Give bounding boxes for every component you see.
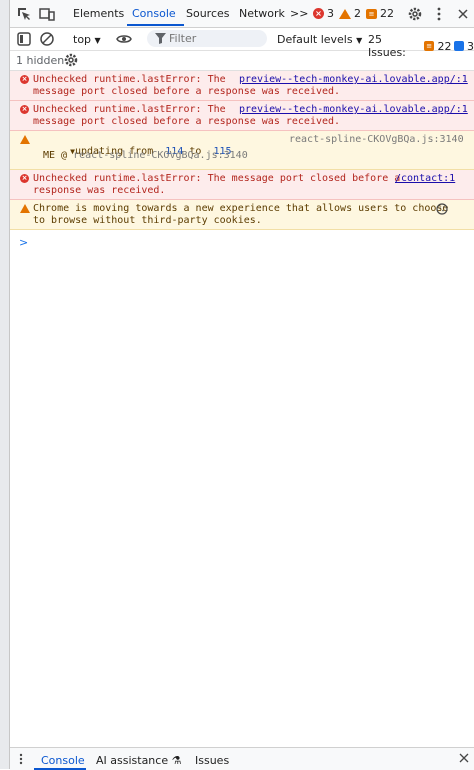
chevron-down-icon: ▼ bbox=[356, 36, 363, 45]
clear-console-icon[interactable] bbox=[39, 31, 55, 47]
more-options-icon[interactable] bbox=[431, 6, 447, 22]
tab-elements[interactable]: Elements bbox=[73, 7, 124, 20]
source-link[interactable]: preview--tech-monkey-ai.lovable.app/:1 bbox=[239, 74, 468, 86]
console-prompt[interactable]: > bbox=[19, 236, 28, 249]
warning-icon bbox=[20, 204, 30, 213]
warning-icon bbox=[339, 8, 351, 19]
issue-icon: ≡ bbox=[366, 8, 377, 19]
error-icon: × bbox=[20, 105, 29, 114]
bottom-drawer: Console AI assistance ⚗ Issues bbox=[10, 747, 474, 770]
flask-icon: ⚗ bbox=[171, 754, 182, 767]
tab-sources[interactable]: Sources bbox=[186, 7, 230, 20]
source-link[interactable]: react-spline-CKOVgBQa.js:3140 bbox=[289, 134, 464, 146]
filter-input[interactable] bbox=[169, 31, 261, 46]
source-link[interactable]: /contact:1 bbox=[395, 173, 455, 185]
sidebar-toggle-icon[interactable] bbox=[16, 31, 32, 47]
drawer-tab-ai-assistance[interactable]: AI assistance ⚗ bbox=[96, 754, 181, 767]
drawer-tab-console[interactable]: Console bbox=[41, 754, 85, 767]
source-link[interactable]: preview--tech-monkey-ai.lovable.app/:1 bbox=[239, 104, 468, 116]
active-tab-indicator bbox=[127, 24, 184, 26]
error-icon: × bbox=[20, 75, 29, 84]
filter-funnel-icon bbox=[155, 32, 166, 47]
context-selector[interactable]: top ▼ bbox=[73, 33, 101, 46]
chevron-down-icon: ▼ bbox=[94, 36, 101, 45]
settings-gear-icon[interactable] bbox=[407, 6, 423, 22]
console-error-message: × Unchecked runtime.lastError: The messa… bbox=[10, 170, 474, 200]
tab-network[interactable]: Network bbox=[239, 7, 285, 20]
close-icon[interactable] bbox=[455, 6, 471, 22]
filter-box bbox=[147, 30, 267, 47]
inspect-element-icon[interactable] bbox=[16, 6, 32, 22]
console-warning-message: ▼updating from 114 to 115 react-spline-C… bbox=[10, 131, 474, 170]
warning-icon bbox=[20, 135, 30, 144]
console-error-message: × Unchecked runtime.lastError: The messa… bbox=[10, 101, 474, 131]
devtools-panel: Elements Console Sources Network >> × 3 … bbox=[10, 0, 474, 770]
tab-console[interactable]: Console bbox=[132, 7, 176, 20]
error-count-badge[interactable]: × 3 bbox=[313, 7, 334, 20]
left-edge-bar bbox=[0, 0, 10, 769]
console-error-message: × Unchecked runtime.lastError: The messa… bbox=[10, 71, 474, 101]
device-toolbar-icon[interactable] bbox=[39, 6, 55, 22]
more-tabs-button[interactable]: >> bbox=[290, 7, 308, 20]
live-expression-eye-icon[interactable] bbox=[116, 31, 132, 47]
drawer-tab-issues[interactable]: Issues bbox=[195, 754, 229, 767]
cookie-icon[interactable] bbox=[436, 203, 448, 219]
error-icon: × bbox=[20, 174, 29, 183]
console-warning-message: Chrome is moving towards a new experienc… bbox=[10, 200, 474, 230]
stack-link[interactable]: react-spline-CKOVgBQa.js:3140 bbox=[73, 150, 248, 161]
devtools-tab-bar: Elements Console Sources Network >> × 3 … bbox=[10, 0, 474, 28]
console-settings-gear-icon[interactable] bbox=[63, 52, 79, 68]
drawer-menu-icon[interactable] bbox=[16, 753, 26, 768]
log-levels-dropdown[interactable]: Default levels ▼ bbox=[277, 33, 362, 46]
warning-count-badge[interactable]: 2 bbox=[339, 7, 361, 20]
console-toolbar: top ▼ Default levels ▼ 25 Issues: ≡ 22 3 bbox=[10, 28, 474, 59]
hidden-messages-row: 1 hidden bbox=[10, 50, 474, 71]
hidden-count: 1 hidden bbox=[16, 54, 65, 67]
drawer-close-icon[interactable] bbox=[459, 753, 469, 766]
error-icon: × bbox=[313, 8, 324, 19]
issues-count-badge[interactable]: ≡ 22 bbox=[366, 7, 394, 20]
